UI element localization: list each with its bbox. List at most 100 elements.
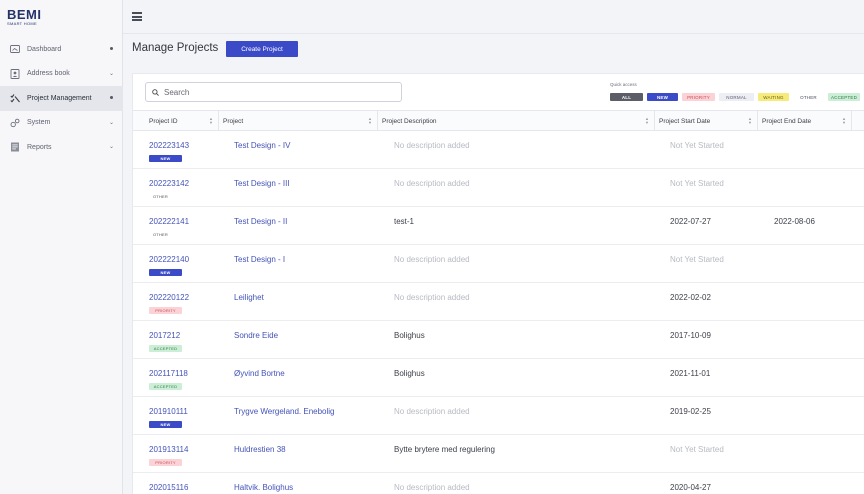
project-start-date: 2020-04-27: [670, 483, 711, 492]
status-badge: NEW: [149, 269, 182, 276]
status-badge: PRIORITY: [149, 307, 182, 314]
project-description: No description added: [394, 179, 470, 188]
table-row[interactable]: 202223143 Test Design - IV No description …: [133, 131, 864, 169]
project-start-date: Not Yet Started: [670, 255, 724, 264]
project-name-link[interactable]: Test Design - II: [234, 217, 287, 226]
column-label: Project Start Date: [659, 117, 711, 125]
sidebar-item-address-book[interactable]: Address book ⌄: [0, 62, 123, 87]
filter-accepted[interactable]: ACCEPTED: [828, 93, 860, 101]
table-row[interactable]: 202220122 Leilighet No description added 20…: [133, 283, 864, 321]
search-field[interactable]: [145, 82, 402, 102]
filter-waiting[interactable]: WAITING: [758, 93, 789, 101]
status-badge: PRIORITY: [149, 459, 182, 466]
quick-access-label: Quick access: [610, 82, 637, 87]
project-name-link[interactable]: Trygve Wergeland. Enebolig: [234, 407, 335, 416]
status-badge: OTHER: [149, 231, 172, 238]
project-start-date: 2019-02-25: [670, 407, 711, 416]
sidebar-item-project-management[interactable]: Project Management: [0, 86, 123, 111]
project-name-link[interactable]: Huldrestien 38: [234, 445, 286, 454]
table-row[interactable]: 201910111 Trygve Wergeland. Enebolig No de…: [133, 397, 864, 435]
project-id-link[interactable]: 202015116: [149, 483, 188, 492]
project-start-date: Not Yet Started: [670, 445, 724, 454]
report-icon: [10, 142, 20, 152]
projects-card: Quick access ALL NEW PRIORITY NORMAL WAI…: [132, 73, 864, 494]
status-badge: ACCEPTED: [149, 345, 182, 352]
project-id-link[interactable]: 2017212: [149, 331, 180, 340]
column-header-end-date[interactable]: Project End Date ▲ ▼: [758, 111, 852, 131]
filter-other[interactable]: OTHER: [793, 93, 824, 101]
sidebar-item-label: Reports: [27, 143, 52, 151]
sort-icon: ▲ ▼: [842, 116, 846, 125]
page-title: Manage Projects: [132, 42, 219, 54]
logo-text: BEMI: [7, 7, 42, 22]
chevron-down-icon: ⌄: [108, 144, 114, 150]
table-row[interactable]: 202015116 Haltvik. Bolighus No description…: [133, 473, 864, 494]
column-header-project[interactable]: Project ▲ ▼: [219, 111, 378, 131]
create-project-button[interactable]: Create Project: [226, 41, 298, 57]
project-start-date: Not Yet Started: [670, 141, 724, 150]
status-badge: OTHER: [149, 193, 172, 200]
dot-indicator-icon: [110, 96, 113, 99]
table-row[interactable]: 2017212 Sondre Eide Bolighus 2017-10-09 ACCE…: [133, 321, 864, 359]
filter-all[interactable]: ALL: [610, 93, 643, 101]
project-description: Bolighus: [394, 331, 425, 340]
project-name-link[interactable]: Test Design - III: [234, 179, 290, 188]
project-id-link[interactable]: 202117118: [149, 369, 188, 378]
logo[interactable]: BEMI SMART HOME: [7, 7, 42, 26]
project-id-link[interactable]: 201910111: [149, 407, 188, 416]
sidebar-item-label: System: [27, 119, 51, 127]
dashboard-icon: [10, 44, 20, 54]
top-bar: [123, 0, 864, 34]
sidebar: BEMI SMART HOME Dashboard Address book ⌄…: [0, 0, 123, 494]
project-id-link[interactable]: 202223142: [149, 179, 189, 188]
table-row[interactable]: 201913114 Huldrestien 38 Bytte brytere med…: [133, 435, 864, 473]
project-description: Bolighus: [394, 369, 425, 378]
quick-access-filters: ALL NEW PRIORITY NORMAL WAITING OTHER AC…: [610, 93, 864, 101]
project-description: No description added: [394, 483, 470, 492]
sidebar-nav: Dashboard Address book ⌄ Project Managem…: [0, 37, 123, 160]
sidebar-item-label: Dashboard: [27, 45, 62, 53]
project-start-date: 2022-07-27: [670, 217, 711, 226]
project-name-link[interactable]: Leilighet: [234, 293, 264, 302]
status-badge: NEW: [149, 155, 182, 162]
gears-icon: [10, 118, 20, 128]
sidebar-item-label: Address book: [27, 70, 70, 78]
project-name-link[interactable]: Sondre Eide: [234, 331, 278, 340]
project-name-link[interactable]: Test Design - I: [234, 255, 285, 264]
column-header-project-id[interactable]: Project ID ▲ ▼: [145, 111, 219, 131]
project-name-link[interactable]: Test Design - IV: [234, 141, 290, 150]
sidebar-item-reports[interactable]: Reports ⌄: [0, 135, 123, 160]
table-row[interactable]: 202117118 Øyvind Bortne Bolighus 2021-11-01…: [133, 359, 864, 397]
project-id-link[interactable]: 201913114: [149, 445, 188, 454]
project-name-link[interactable]: Haltvik. Bolighus: [234, 483, 293, 492]
project-id-link[interactable]: 202220122: [149, 293, 189, 302]
column-label: Project End Date: [762, 117, 812, 125]
logo-subtext: SMART HOME: [7, 21, 37, 26]
sidebar-item-label: Project Management: [27, 94, 92, 102]
table-header: Project ID ▲ ▼ Project ▲ ▼ Project Descrip…: [133, 110, 864, 131]
project-description: Bytte brytere med regulering: [394, 445, 495, 454]
sort-icon: ▲ ▼: [209, 116, 213, 125]
hamburger-menu-icon[interactable]: [132, 12, 142, 21]
column-header-description[interactable]: Project Description ▲ ▼: [378, 111, 655, 131]
project-end-date: 2022-08-06: [774, 217, 815, 226]
project-description: test-1: [394, 217, 415, 226]
project-id-link[interactable]: 202223143: [149, 141, 189, 150]
project-id-link[interactable]: 202222141: [149, 217, 189, 226]
table-row[interactable]: 202222140 Test Design - I No description a…: [133, 245, 864, 283]
project-start-date: 2021-11-01: [670, 369, 711, 378]
filter-normal[interactable]: NORMAL: [719, 93, 754, 101]
table-row[interactable]: 202222141 Test Design - II test-1 2022-07-2…: [133, 207, 864, 245]
project-description: No description added: [394, 407, 470, 416]
filter-priority[interactable]: PRIORITY: [682, 93, 715, 101]
column-header-start-date[interactable]: Project Start Date ▲ ▼: [655, 111, 758, 131]
project-description: No description added: [394, 255, 470, 264]
sidebar-item-dashboard[interactable]: Dashboard: [0, 37, 123, 62]
sidebar-item-system[interactable]: System ⌄: [0, 111, 123, 136]
column-label: Project: [223, 117, 244, 125]
project-name-link[interactable]: Øyvind Bortne: [234, 369, 285, 378]
filter-new[interactable]: NEW: [647, 93, 678, 101]
table-row[interactable]: 202223142 Test Design - III No description…: [133, 169, 864, 207]
search-input[interactable]: [164, 87, 384, 97]
project-id-link[interactable]: 202222140: [149, 255, 189, 264]
